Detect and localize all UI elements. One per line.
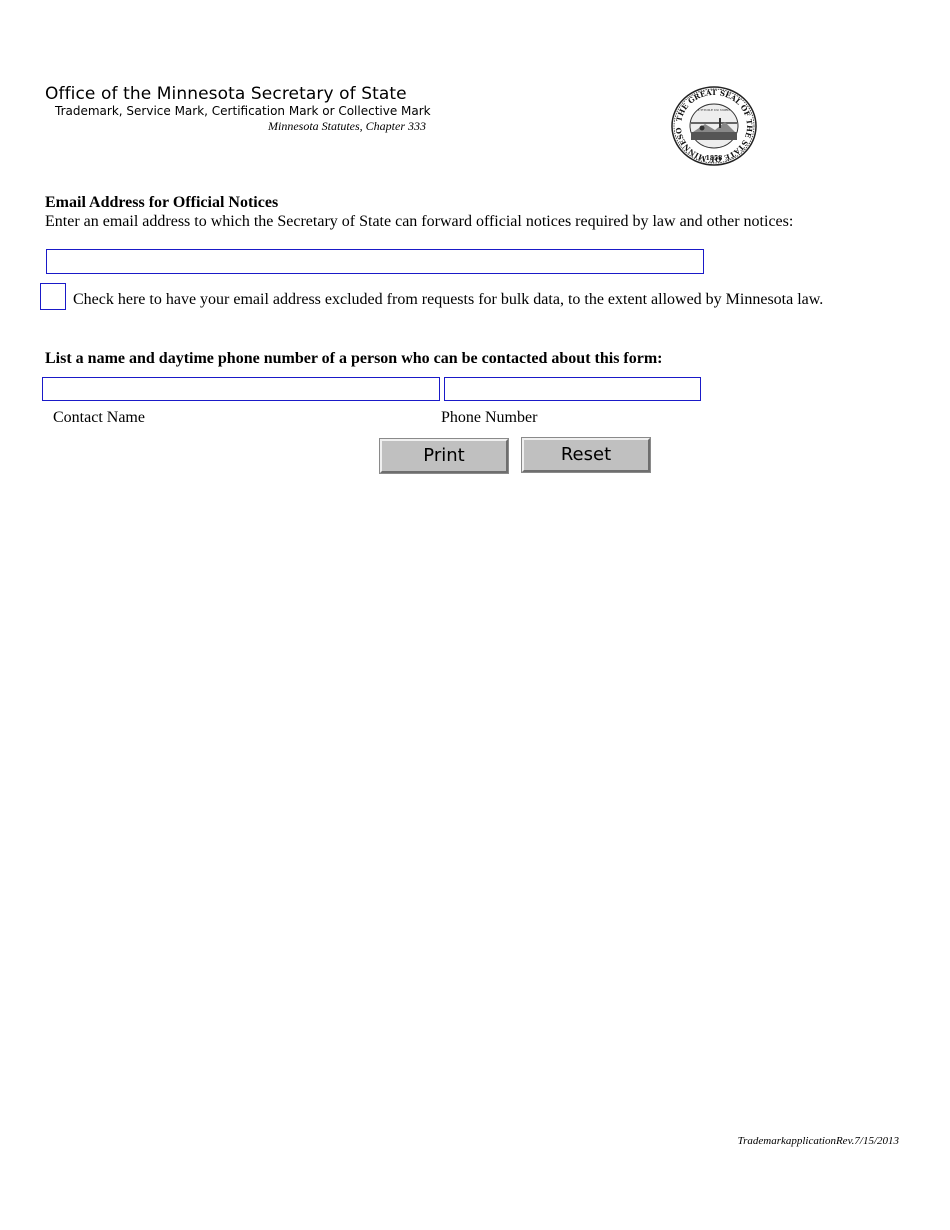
phone-number-label: Phone Number	[441, 409, 538, 426]
bulk-data-exclusion-checkbox[interactable]	[40, 283, 66, 310]
email-section-description: Enter an email address to which the Secr…	[45, 213, 794, 230]
form-subtitle: Trademark, Service Mark, Certification M…	[55, 104, 431, 118]
state-seal-icon: THE GREAT SEAL OF THE STATE OF MINNESOTA…	[671, 86, 757, 166]
email-field[interactable]	[46, 249, 704, 274]
statutes-reference: Minnesota Statutes, Chapter 333	[268, 119, 426, 133]
reset-button[interactable]: Reset	[521, 437, 651, 473]
phone-number-field[interactable]	[444, 377, 701, 401]
print-button[interactable]: Print	[379, 438, 509, 474]
revision-footer: TrademarkapplicationRev.7/15/2013	[737, 1135, 899, 1147]
office-title: Office of the Minnesota Secretary of Sta…	[45, 84, 407, 104]
contact-section-heading: List a name and daytime phone number of …	[45, 350, 663, 367]
contact-name-label: Contact Name	[53, 409, 145, 426]
seal-motto: L'ETOILE DU NORD	[698, 108, 730, 112]
email-section-heading: Email Address for Official Notices	[45, 194, 279, 211]
seal-year: 1858	[706, 155, 723, 162]
contact-name-field[interactable]	[42, 377, 440, 401]
bulk-data-exclusion-label: Check here to have your email address ex…	[73, 291, 824, 308]
